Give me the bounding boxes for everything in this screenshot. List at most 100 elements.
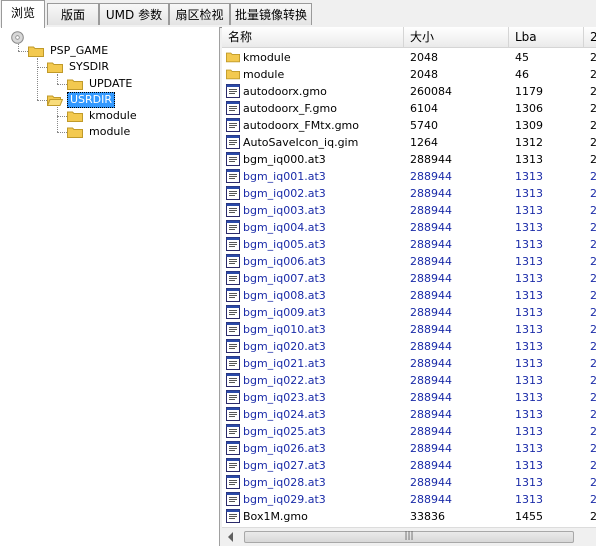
list-item[interactable]: bgm_iq021.at3 288944 1313 2 [222, 355, 596, 372]
tab-sector-view[interactable]: 扇区检视 [169, 3, 230, 25]
folder-icon [226, 52, 240, 63]
file-size: 2048 [410, 68, 438, 81]
file-lba: 1313 [515, 425, 543, 438]
column-header-lba[interactable]: Lba [509, 27, 584, 47]
file-lba: 1313 [515, 476, 543, 489]
file-icon [226, 169, 240, 183]
file-lba: 1313 [515, 255, 543, 268]
list-item[interactable]: bgm_iq022.at3 288944 1313 2 [222, 372, 596, 389]
file-icon [226, 356, 240, 370]
list-item[interactable]: kmodule 2048 45 2 [222, 49, 596, 66]
file-extra: 2 [590, 272, 596, 285]
list-item[interactable]: bgm_iq004.at3 288944 1313 2 [222, 219, 596, 236]
tab-umd-params[interactable]: UMD 参数 [99, 3, 169, 25]
list-item[interactable]: autodoorx_F.gmo 6104 1306 2 [222, 100, 596, 117]
list-item[interactable]: bgm_iq003.at3 288944 1313 2 [222, 202, 596, 219]
list-item[interactable]: bgm_iq026.at3 288944 1313 2 [222, 440, 596, 457]
column-header-size[interactable]: 大小 [404, 27, 509, 47]
tab-batch-convert[interactable]: 批量镜像转换 [230, 3, 312, 25]
file-lba: 1313 [515, 170, 543, 183]
list-item[interactable]: bgm_iq025.at3 288944 1313 2 [222, 423, 596, 440]
folder-icon [47, 62, 63, 73]
list-item[interactable]: bgm_iq020.at3 288944 1313 2 [222, 338, 596, 355]
file-lba: 1313 [515, 408, 543, 421]
list-item[interactable]: module 2048 46 2 [222, 66, 596, 83]
tree-connector [57, 107, 58, 132]
file-size: 288944 [410, 374, 452, 387]
list-item[interactable]: bgm_iq028.at3 288944 1313 2 [222, 474, 596, 491]
file-icon [226, 458, 240, 472]
folder-open-icon [47, 95, 63, 106]
file-name: module [243, 68, 285, 81]
list-item[interactable]: bgm_iq029.at3 288944 1313 2 [222, 491, 596, 508]
file-size: 1264 [410, 136, 438, 149]
list-item[interactable]: bgm_iq000.at3 288944 1313 2 [222, 151, 596, 168]
list-item[interactable]: bgm_iq027.at3 288944 1313 2 [222, 457, 596, 474]
list-item[interactable]: bgm_iq002.at3 288944 1313 2 [222, 185, 596, 202]
file-size: 288944 [410, 255, 452, 268]
file-lba: 1313 [515, 340, 543, 353]
file-icon [226, 424, 240, 438]
list-item[interactable]: AutoSaveIcon_iq.gim 1264 1312 2 [222, 134, 596, 151]
tree-connector [57, 84, 67, 85]
file-lba: 46 [515, 68, 529, 81]
tab-browse[interactable]: 浏览 [1, 0, 45, 28]
tree-connector [37, 100, 47, 101]
file-list[interactable]: 名称 大小 Lba 2 kmodule 2048 45 2 module 2048 46 2 a… [222, 27, 596, 546]
file-name: bgm_iq026.at3 [243, 442, 326, 455]
file-lba: 1313 [515, 153, 543, 166]
file-size: 288944 [410, 323, 452, 336]
list-item[interactable]: bgm_iq006.at3 288944 1313 2 [222, 253, 596, 270]
list-item[interactable]: autodoorx.gmo 260084 1179 2 [222, 83, 596, 100]
list-item[interactable]: bgm_iq008.at3 288944 1313 2 [222, 287, 596, 304]
file-icon [226, 203, 240, 217]
file-icon [226, 441, 240, 455]
file-size: 288944 [410, 221, 452, 234]
tab-layout[interactable]: 版面 [47, 3, 99, 25]
file-name: bgm_iq027.at3 [243, 459, 326, 472]
list-item[interactable]: bgm_iq024.at3 288944 1313 2 [222, 406, 596, 423]
file-size: 288944 [410, 289, 452, 302]
file-lba: 1313 [515, 289, 543, 302]
file-name: bgm_iq001.at3 [243, 170, 326, 183]
scrollbar-grip: ||| [404, 531, 414, 541]
list-item[interactable]: bgm_iq010.at3 288944 1313 2 [222, 321, 596, 338]
scroll-left-arrow-icon[interactable] [228, 532, 233, 542]
file-extra: 2 [590, 510, 596, 523]
file-name: bgm_iq005.at3 [243, 238, 326, 251]
disc-icon[interactable] [11, 31, 24, 44]
list-item[interactable]: Box1M.gmo 33836 1455 2 [222, 508, 596, 525]
list-item[interactable]: bgm_iq007.at3 288944 1313 2 [222, 270, 596, 287]
list-item[interactable]: bgm_iq009.at3 288944 1313 2 [222, 304, 596, 321]
file-size: 288944 [410, 425, 452, 438]
file-lba: 1313 [515, 391, 543, 404]
file-lba: 1313 [515, 187, 543, 200]
file-extra: 2 [590, 255, 596, 268]
file-size: 288944 [410, 493, 452, 506]
file-name: AutoSaveIcon_iq.gim [243, 136, 359, 149]
file-icon [226, 305, 240, 319]
folder-tree[interactable]: PSP_GAME SYSDIR UPDATE USRDIR kmodule mo… [0, 27, 220, 546]
list-item[interactable]: autodoorx_FMtx.gmo 5740 1309 2 [222, 117, 596, 134]
file-name: kmodule [243, 51, 291, 64]
file-name: bgm_iq025.at3 [243, 425, 326, 438]
file-extra: 2 [590, 374, 596, 387]
file-lba: 1313 [515, 221, 543, 234]
file-lba: 1313 [515, 306, 543, 319]
file-extra: 2 [590, 51, 596, 64]
list-item[interactable]: bgm_iq023.at3 288944 1313 2 [222, 389, 596, 406]
list-item[interactable]: bgm_iq001.at3 288944 1313 2 [222, 168, 596, 185]
file-icon [226, 135, 240, 149]
file-extra: 2 [590, 459, 596, 472]
column-header-name[interactable]: 名称 [222, 27, 404, 47]
file-size: 288944 [410, 476, 452, 489]
file-icon [226, 322, 240, 336]
horizontal-scrollbar[interactable]: ||| [222, 527, 596, 546]
file-name: bgm_iq024.at3 [243, 408, 326, 421]
file-size: 288944 [410, 408, 452, 421]
list-item[interactable]: bgm_iq005.at3 288944 1313 2 [222, 236, 596, 253]
scrollbar-thumb[interactable]: ||| [244, 531, 574, 543]
column-header-extra[interactable]: 2 [584, 27, 596, 47]
file-size: 5740 [410, 119, 438, 132]
file-name: bgm_iq000.at3 [243, 153, 326, 166]
